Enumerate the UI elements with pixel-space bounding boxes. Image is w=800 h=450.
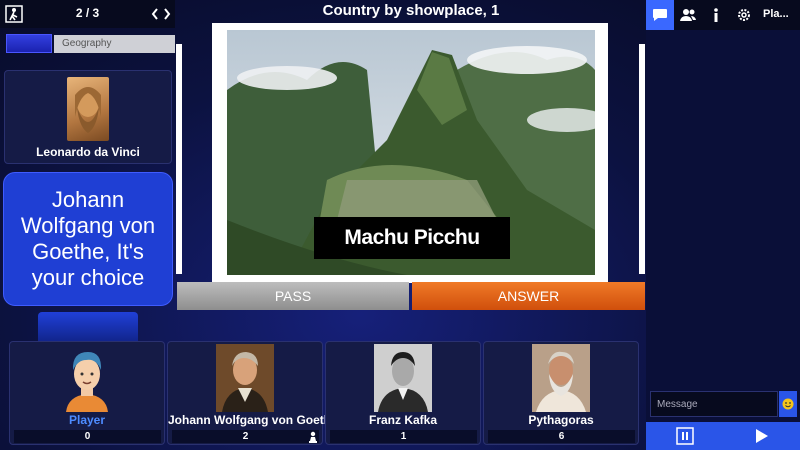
host-name: Leonardo da Vinci xyxy=(36,145,140,159)
smiley-icon xyxy=(782,398,794,410)
board-edge-right xyxy=(639,44,645,274)
pause-icon[interactable] xyxy=(675,426,695,446)
board-edge-left xyxy=(176,44,182,274)
answer-button[interactable]: ANSWER xyxy=(412,282,645,310)
settings-tab[interactable] xyxy=(730,0,758,30)
player-name: Johann Wolfgang von Goethe xyxy=(168,413,338,427)
question-title: Country by showplace, 1 xyxy=(322,2,500,19)
game-controls xyxy=(646,422,800,450)
emoji-button[interactable] xyxy=(779,391,797,417)
host-card: Leonardo da Vinci xyxy=(4,70,172,164)
pawn-icon xyxy=(309,431,317,443)
chat-tab[interactable] xyxy=(646,0,674,30)
player-score: 6 xyxy=(488,430,635,443)
category-progress xyxy=(6,34,52,53)
player-avatar xyxy=(58,344,116,412)
pass-button[interactable]: PASS xyxy=(177,282,409,310)
gear-icon xyxy=(738,9,750,21)
top-bar: 2 / 3 xyxy=(0,0,175,28)
players-list-tab-label[interactable]: Pla... xyxy=(763,8,789,20)
player-name: Player xyxy=(68,413,106,427)
player-card-goethe: Johann Wolfgang von Goethe 2 xyxy=(167,341,338,445)
chat-icon xyxy=(653,9,667,21)
code-arrows-icon[interactable] xyxy=(151,6,171,22)
player-score: 0 xyxy=(14,430,161,443)
player-card-kafka: Franz Kafka 1 xyxy=(325,341,481,445)
kafka-avatar xyxy=(374,344,432,412)
info-icon xyxy=(714,8,718,22)
host-avatar xyxy=(67,77,109,141)
category-row: Geography xyxy=(6,34,175,53)
speech-text: Johann Wolfgang von Goethe, It's your ch… xyxy=(20,187,156,290)
photo-caption: Machu Picchu xyxy=(314,217,510,259)
player-name: Franz Kafka xyxy=(368,413,438,427)
round-counter: 2 / 3 xyxy=(75,6,100,20)
message-input[interactable] xyxy=(650,391,778,417)
speech-bubble: Johann Wolfgang von Goethe, It's your ch… xyxy=(3,172,173,306)
play-icon[interactable] xyxy=(751,426,771,446)
players-tab[interactable] xyxy=(674,0,702,30)
side-panel: Pla... xyxy=(646,0,800,450)
player-name: Pythagoras xyxy=(528,413,594,427)
users-icon xyxy=(680,9,696,21)
pythagoras-avatar xyxy=(532,344,590,412)
game-screen: 2 / 3 Geography Leonardo da Vinci Johann… xyxy=(0,0,800,450)
category-label: Geography xyxy=(54,35,175,53)
exit-icon[interactable] xyxy=(5,5,23,23)
player-score: 2 xyxy=(172,430,319,443)
panel-tabs: Pla... xyxy=(646,0,800,30)
info-tab[interactable] xyxy=(702,0,730,30)
goethe-avatar xyxy=(216,344,274,412)
player-score: 1 xyxy=(330,430,477,443)
player-card-pythagoras: Pythagoras 6 xyxy=(483,341,639,445)
host-pedestal xyxy=(38,312,138,342)
player-card-player: Player 0 xyxy=(9,341,165,445)
